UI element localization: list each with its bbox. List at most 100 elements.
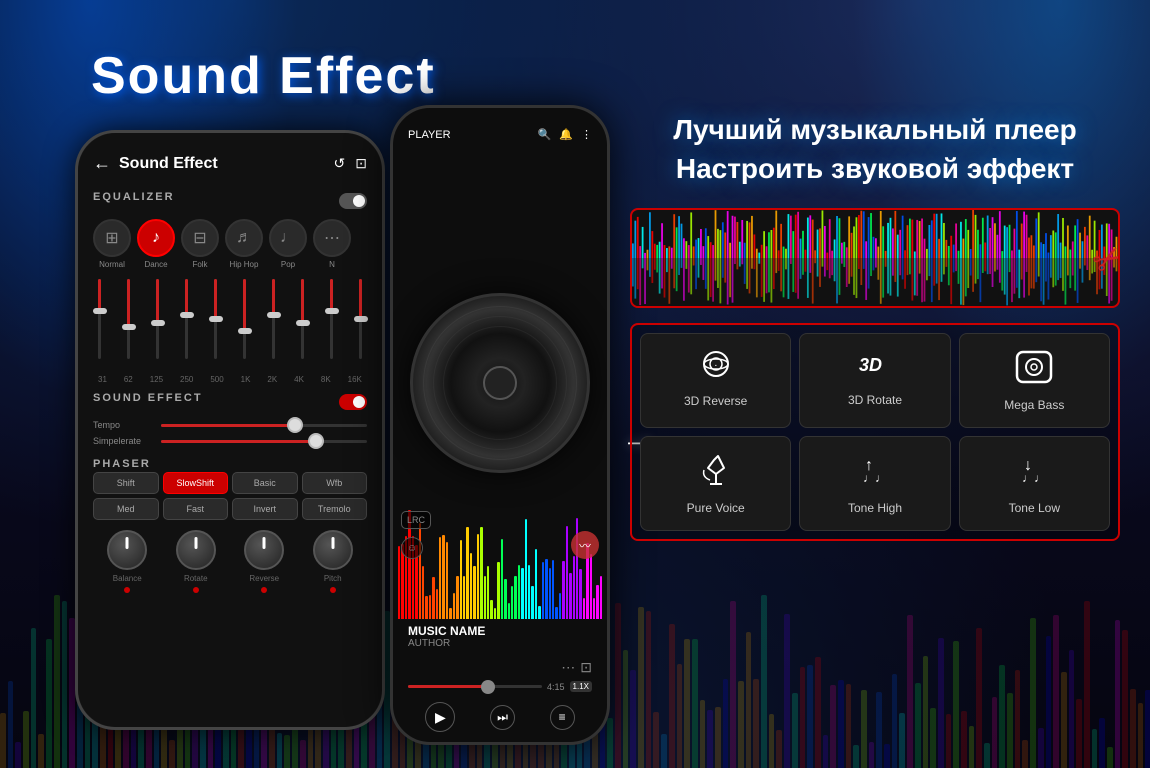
bottom-eq-bar [899,713,905,768]
eq-slider-7[interactable] [301,279,304,369]
progress-fill [408,685,488,688]
bottom-eq-bar [646,611,652,768]
phaser-fast[interactable]: Fast [163,498,229,520]
bottom-eq-bar [1007,693,1013,768]
preset-dance[interactable]: ♪ Dance [137,219,175,269]
pure-voice-icon [696,452,736,493]
back-button[interactable]: ← [93,153,111,174]
play-button[interactable]: ▶ [425,702,455,732]
equalizer-label: EQUALIZER [93,191,175,203]
bottom-eq-bar [1145,690,1150,768]
pitch-knob[interactable] [313,530,353,570]
player-eq-bar [600,576,602,619]
bottom-eq-bar [653,712,659,768]
preset-normal[interactable]: ⊞ Normal [93,219,131,269]
reverse-knob[interactable] [244,530,284,570]
more-icon[interactable]: ⋯ [561,659,575,676]
player-eq-bar [484,576,486,619]
effect-3d-rotate[interactable]: 3D 3D Rotate [799,333,950,428]
simpelerate-thumb[interactable] [308,433,324,449]
eq-slider-3[interactable] [185,279,188,369]
tempo-slider[interactable] [161,424,367,427]
mega-bass-label: Mega Bass [1004,398,1064,412]
bell-icon[interactable]: 🔔 [559,128,573,141]
preset-normal-label: Normal [99,260,125,269]
save-icon[interactable]: ⊡ [355,155,367,172]
tempo-thumb[interactable] [287,417,303,433]
eq-slider-6[interactable] [272,279,275,369]
player-header-icons: 🔍 🔔 ⋮ [538,128,592,141]
preset-hiphop[interactable]: ♬ Hip Hop [225,219,263,269]
player-eq-bar [579,569,581,619]
phaser-tremolo[interactable]: Tremolo [302,498,368,520]
next-button[interactable]: ⏭ [490,705,515,730]
eq-slider-2[interactable] [156,279,159,369]
search-icon[interactable]: 🔍 [538,128,552,141]
eq-slider-8[interactable] [330,279,333,369]
preset-more[interactable]: ⋯ N [313,219,351,269]
progress-thumb[interactable] [481,680,495,694]
preset-pop-icon: ♩ [269,219,307,257]
player-eq-bar [463,576,465,619]
effect-mega-bass[interactable]: Mega Bass [959,333,1110,428]
knob-pitch: Pitch [313,530,353,593]
phaser-label: PHASER [93,458,151,470]
lrc-button[interactable]: LRC [401,511,431,529]
progress-bar[interactable] [408,685,542,688]
player-eq-bar [436,589,438,619]
player-eq-bar [442,535,444,619]
effect-tone-low[interactable]: ↓ ♩♩ Tone Low [959,436,1110,531]
eq-slider-0[interactable] [98,279,101,369]
eq-slider-4[interactable] [214,279,217,369]
eq-slider-1[interactable] [127,279,130,369]
bottom-eq-bar [999,665,1005,768]
eq-slider-5[interactable] [243,279,246,369]
preset-more-label: N [329,260,335,269]
player-eq-bar [593,598,595,619]
waveform-button[interactable]: 〰 [571,531,599,559]
tone-high-icon: ↑ ♩♩ [855,452,895,493]
playlist-button[interactable]: ≡ [550,705,575,730]
tempo-fill [161,424,295,427]
pitch-dot [330,587,336,593]
equalizer-toggle[interactable] [339,193,367,209]
phaser-shift[interactable]: Shift [93,472,159,494]
tempo-row: Tempo [93,420,367,430]
player-eq-bar [545,559,547,619]
vinyl-disc [410,293,590,473]
effect-tone-high[interactable]: ↑ ♩♩ Tone High [799,436,950,531]
preset-pop[interactable]: ♩ Pop [269,219,307,269]
phaser-wfb[interactable]: Wfb [302,472,368,494]
player-eq-bar [511,586,513,619]
preset-dance-label: Dance [144,260,167,269]
sound-effect-label: SOUND EFFECT [93,392,203,404]
sound-effect-toggle[interactable] [339,394,367,410]
freq-8k: 8K [321,375,331,384]
phaser-med[interactable]: Med [93,498,159,520]
menu-icon[interactable]: ⋮ [581,128,592,141]
balance-knob[interactable] [107,530,147,570]
face-button[interactable]: ☺ [401,537,423,559]
vinyl-groove-3 [443,326,557,440]
bottom-eq-bar [915,683,921,768]
rotate-knob[interactable] [176,530,216,570]
effect-pure-voice[interactable]: Pure Voice [640,436,791,531]
eq-slider-9[interactable] [359,279,362,369]
russian-text: Лучший музыкальный плеер Настроить звуко… [630,110,1120,188]
phaser-invert[interactable]: Invert [232,498,298,520]
speed-display[interactable]: 1.1X [570,681,592,692]
player-title: PLAYER [408,129,451,141]
preset-more-icon: ⋯ [313,219,351,257]
bottom-eq-bar [715,707,721,768]
phaser-slowshift[interactable]: SlowShift [163,472,229,494]
bottom-eq-bar [938,638,944,768]
share-icon[interactable]: ⊡ [580,659,592,676]
phaser-basic[interactable]: Basic [232,472,298,494]
player-eq-bar [535,549,537,619]
refresh-icon[interactable]: ↺ [334,155,346,172]
bottom-eq-bar [638,607,644,768]
player-eq-bar [525,519,527,619]
preset-folk[interactable]: ⊟ Folk [181,219,219,269]
effect-3d-reverse[interactable]: · 3D Reverse [640,333,791,428]
simpelerate-slider[interactable] [161,440,367,443]
